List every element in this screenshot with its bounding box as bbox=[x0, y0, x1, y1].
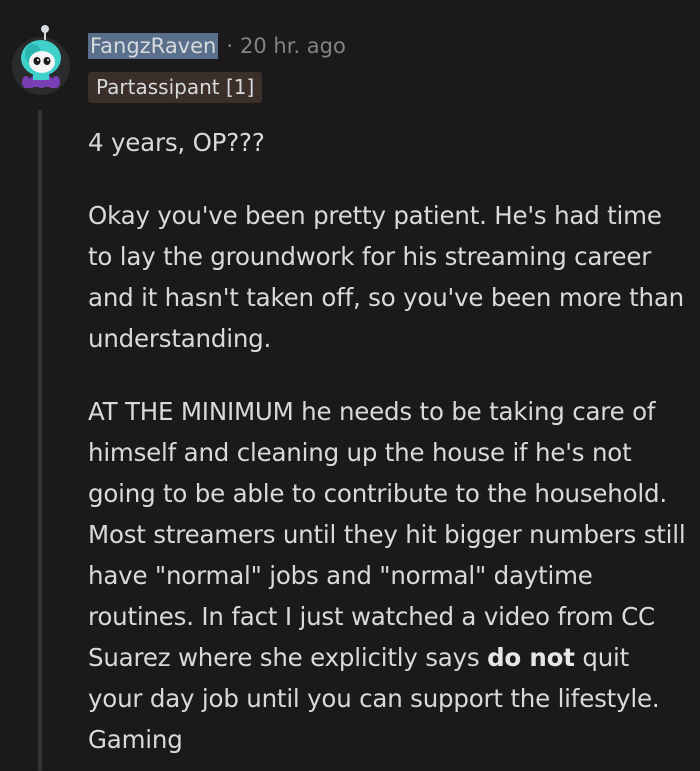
meta-separator: · bbox=[226, 34, 234, 58]
comment-paragraph-3: AT THE MINIMUM he needs to be taking car… bbox=[88, 391, 688, 760]
comment: FangzRaven · 20 hr. ago Partassipant [1]… bbox=[0, 0, 700, 771]
comment-meta: FangzRaven · 20 hr. ago bbox=[88, 32, 346, 60]
bold-emphasis: do not bbox=[487, 643, 575, 672]
paragraph-3-text-start: AT THE MINIMUM he needs to be taking car… bbox=[88, 397, 686, 672]
comment-body: 4 years, OP??? Okay you've been pretty p… bbox=[88, 122, 688, 771]
comment-paragraph-1: 4 years, OP??? bbox=[88, 128, 265, 157]
snoo-avatar-icon[interactable] bbox=[11, 18, 71, 96]
user-flair: Partassipant [1] bbox=[88, 72, 263, 103]
username-link[interactable]: FangzRaven bbox=[88, 33, 219, 59]
thread-collapse-line[interactable] bbox=[38, 110, 42, 771]
comment-timestamp[interactable]: 20 hr. ago bbox=[240, 34, 346, 58]
comment-paragraph-2: Okay you've been pretty patient. He's ha… bbox=[88, 201, 684, 353]
